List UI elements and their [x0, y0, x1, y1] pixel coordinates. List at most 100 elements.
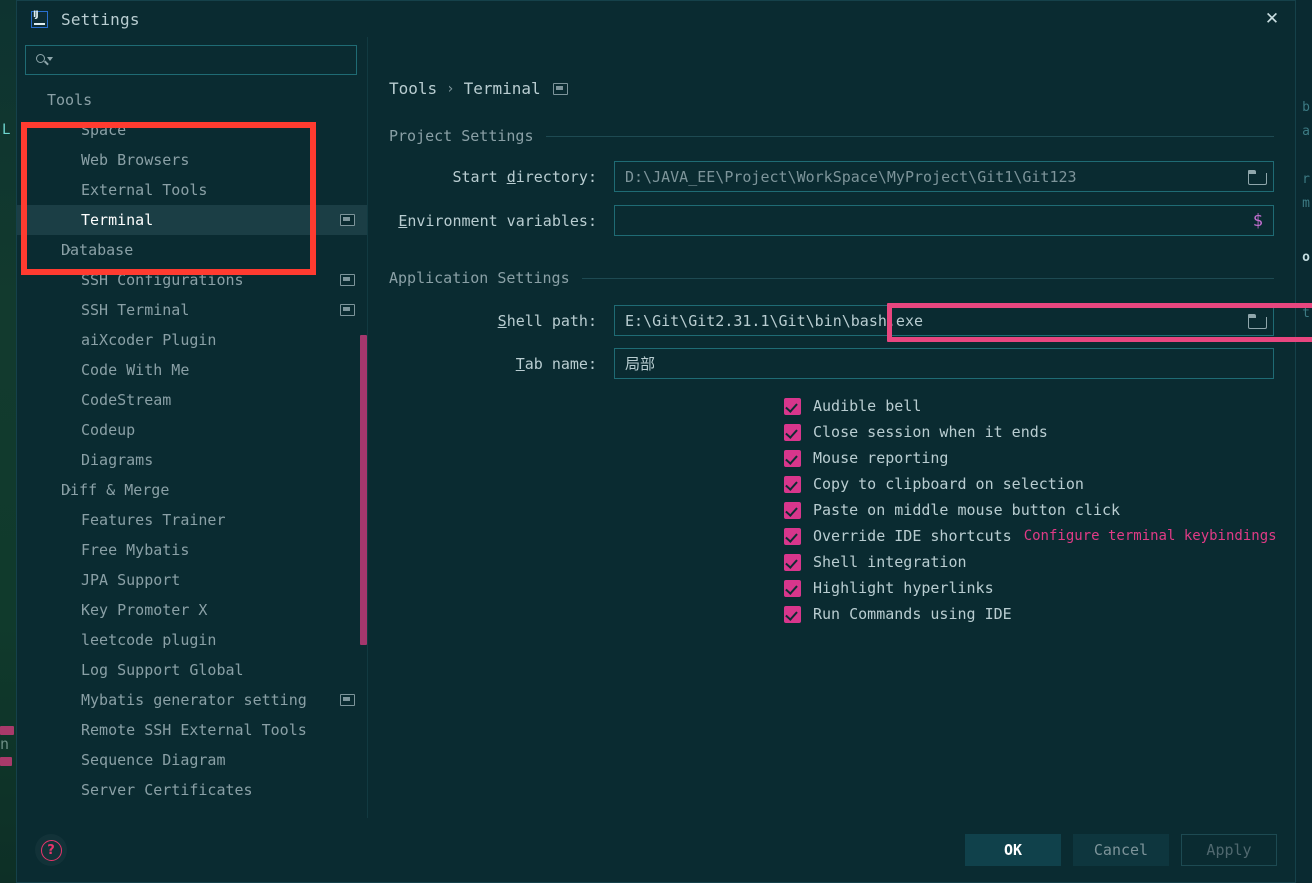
sidebar-item-leetcode-plugin[interactable]: leetcode plugin	[17, 625, 367, 655]
sidebar-item-label: Key Promoter X	[81, 601, 208, 619]
sidebar-item-mybatis-generator-setting[interactable]: Mybatis generator setting	[17, 685, 367, 715]
sidebar-item-jpa-support[interactable]: JPA Support	[17, 565, 367, 595]
sidebar-item-codeup[interactable]: Codeup	[17, 415, 367, 445]
sidebar-item-label: Diff & Merge	[61, 481, 170, 499]
sidebar-item-server-certificates[interactable]: Server Certificates	[17, 775, 367, 805]
sidebar-item-diagrams[interactable]: Diagrams	[17, 445, 367, 475]
sidebar-item-space[interactable]: Space	[17, 115, 367, 145]
checkbox-close-session-when-it-ends[interactable]	[784, 423, 801, 441]
background-text: a	[1302, 124, 1310, 139]
checkbox-row-audible-bell[interactable]: Audible bell	[368, 393, 1295, 419]
sidebar-item-log-support-global[interactable]: Log Support Global	[17, 655, 367, 685]
checkbox-row-paste-on-middle-mouse-button-click[interactable]: Paste on middle mouse button click	[368, 497, 1295, 523]
close-icon[interactable]: ✕	[1249, 1, 1295, 37]
checkbox-row-copy-to-clipboard-on-selection[interactable]: Copy to clipboard on selection	[368, 471, 1295, 497]
sidebar-item-label: Free Mybatis	[81, 541, 190, 559]
footer-buttons: OK Cancel Apply	[965, 834, 1277, 866]
sidebar-item-aixcoder-plugin[interactable]: aiXcoder Plugin	[17, 325, 367, 355]
sidebar-item-label: Mybatis generator setting	[81, 691, 307, 709]
help-glyph: ?	[40, 839, 62, 861]
ok-button[interactable]: OK	[965, 834, 1061, 866]
search-icon	[36, 53, 53, 68]
sidebar-item-label: Space	[81, 121, 127, 139]
search-input[interactable]	[57, 52, 356, 68]
start-directory-field[interactable]: D:\JAVA_EE\Project\WorkSpace\MyProject\G…	[614, 161, 1274, 192]
start-directory-row: Start directory: D:\JAVA_EE\Project\Work…	[368, 161, 1295, 192]
start-directory-label: Start directory:	[452, 167, 598, 186]
checkbox-audible-bell[interactable]	[784, 397, 801, 415]
sidebar-item-label: SSH Configurations	[81, 271, 244, 289]
shell-path-value: E:\Git\Git2.31.1\Git\bin\bash.exe	[625, 311, 924, 330]
search-box[interactable]	[25, 45, 357, 75]
sidebar-item-code-with-me[interactable]: Code With Me	[17, 355, 367, 385]
checkbox-label: Audible bell	[813, 397, 922, 415]
environment-variables-field[interactable]: $	[614, 205, 1274, 236]
background-pink-chip	[0, 726, 14, 735]
background-left-word: n	[0, 735, 10, 753]
apply-button[interactable]: Apply	[1181, 834, 1277, 866]
tab-name-field[interactable]: 局部	[614, 348, 1274, 379]
project-settings-heading: Project Settings	[389, 127, 534, 145]
sidebar-item-label: Diagrams	[81, 451, 154, 469]
sidebar-item-key-promoter-x[interactable]: Key Promoter X	[17, 595, 367, 625]
checkbox-row-close-session-when-it-ends[interactable]: Close session when it ends	[368, 419, 1295, 445]
breadcrumb-root[interactable]: Tools	[389, 79, 437, 98]
shell-path-label: Shell path:	[497, 311, 597, 330]
checkbox-run-commands-using-ide[interactable]	[784, 605, 801, 623]
sidebar-item-ssh-terminal[interactable]: SSH Terminal	[17, 295, 367, 325]
project-settings-heading-row: Project Settings	[368, 127, 1295, 145]
sidebar-item-external-tools[interactable]: External Tools	[17, 175, 367, 205]
shell-path-field[interactable]: E:\Git\Git2.31.1\Git\bin\bash.exe	[614, 305, 1274, 336]
section-divider	[581, 277, 1274, 279]
checkbox-row-highlight-hyperlinks[interactable]: Highlight hyperlinks	[368, 575, 1295, 601]
checkbox-row-override-ide-shortcuts[interactable]: Override IDE shortcuts Configure terminal…	[368, 523, 1295, 549]
checkbox-paste-on-middle-mouse-button-click[interactable]	[784, 501, 801, 519]
background-pink-chip	[0, 757, 12, 766]
chevron-right-icon[interactable]: ›	[65, 243, 75, 258]
dialog-titlebar: Settings ✕	[17, 1, 1295, 37]
sidebar-item-remote-ssh-external-tools[interactable]: Remote SSH External Tools	[17, 715, 367, 745]
macro-dollar-icon[interactable]: $	[1253, 211, 1265, 231]
checkbox-label: Copy to clipboard on selection	[813, 475, 1084, 493]
checkbox-label: Mouse reporting	[813, 449, 949, 467]
sidebar-item-label: Remote SSH External Tools	[81, 721, 307, 739]
background-text: b	[1302, 100, 1310, 115]
settings-dialog: Settings ✕ Tools Space Web Browsers Externa…	[16, 0, 1312, 883]
intellij-idea-logo-icon	[31, 10, 48, 28]
sidebar-item-sequence-diagram[interactable]: Sequence Diagram	[17, 745, 367, 775]
sidebar-item-codestream[interactable]: CodeStream	[17, 385, 367, 415]
folder-icon[interactable]	[1248, 313, 1267, 329]
background-left-letter: L	[2, 122, 11, 138]
project-settings-section: Project Settings Start directory: D:\JAV…	[368, 127, 1295, 236]
checkbox-override-ide-shortcuts[interactable]	[784, 527, 801, 545]
sidebar-item-label: Log Support Global	[81, 661, 244, 679]
project-level-setting-icon	[340, 304, 355, 316]
sidebar-item-diff-merge[interactable]: › Diff & Merge	[17, 475, 367, 505]
configure-terminal-keybindings-link[interactable]: Configure terminal keybindings	[1024, 528, 1277, 544]
application-settings-heading: Application Settings	[389, 269, 570, 287]
breadcrumb-separator-icon: ›	[446, 80, 455, 97]
checkbox-row-shell-integration[interactable]: Shell integration	[368, 549, 1295, 575]
sidebar-item-free-mybatis[interactable]: Free Mybatis	[17, 535, 367, 565]
sidebar-item-label: Server Certificates	[81, 781, 253, 799]
sidebar-item-web-browsers[interactable]: Web Browsers	[17, 145, 367, 175]
sidebar-item-tools[interactable]: Tools	[17, 85, 367, 115]
cancel-button[interactable]: Cancel	[1073, 834, 1169, 866]
checkbox-highlight-hyperlinks[interactable]	[784, 579, 801, 597]
help-question-icon[interactable]: ?	[35, 834, 67, 866]
checkbox-mouse-reporting[interactable]	[784, 449, 801, 467]
sidebar-scrollbar[interactable]	[360, 335, 367, 645]
folder-icon[interactable]	[1248, 169, 1267, 185]
sidebar-item-features-trainer[interactable]: Features Trainer	[17, 505, 367, 535]
chevron-right-icon[interactable]: ›	[65, 483, 75, 498]
sidebar-item-ssh-configurations[interactable]: SSH Configurations	[17, 265, 367, 295]
checkbox-row-mouse-reporting[interactable]: Mouse reporting	[368, 445, 1295, 471]
settings-tree[interactable]: Tools Space Web Browsers External Tools Term…	[17, 85, 367, 818]
checkbox-row-run-commands-using-ide[interactable]: Run Commands using IDE	[368, 601, 1295, 627]
breadcrumb: Tools › Terminal	[389, 79, 568, 98]
sidebar-item-database[interactable]: › Database	[17, 235, 367, 265]
sidebar-item-label: Codeup	[81, 421, 136, 439]
checkbox-shell-integration[interactable]	[784, 553, 801, 571]
sidebar-item-terminal[interactable]: Terminal	[17, 205, 367, 235]
checkbox-copy-to-clipboard-on-selection[interactable]	[784, 475, 801, 493]
